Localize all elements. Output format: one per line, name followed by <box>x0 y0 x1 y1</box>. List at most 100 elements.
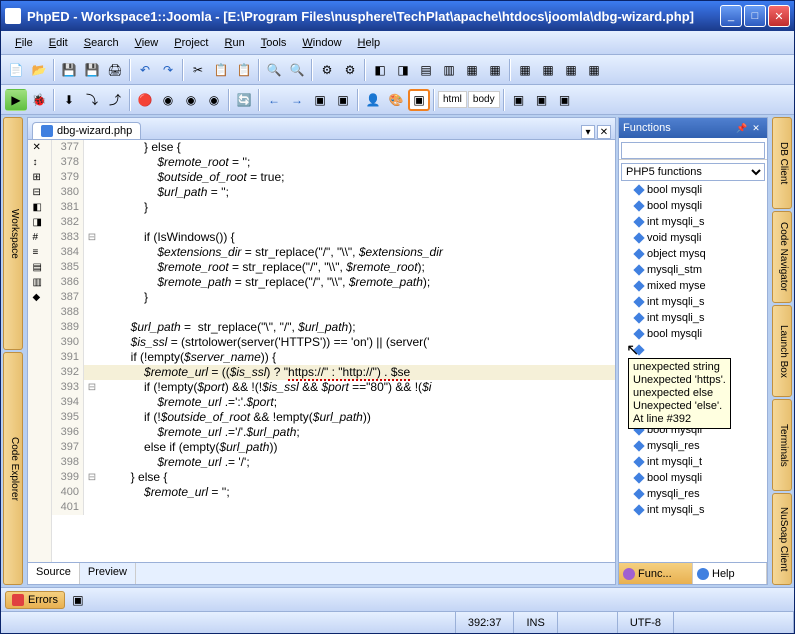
tool-button[interactable]: 🎨 <box>385 89 407 111</box>
tool-button[interactable]: ▣ <box>554 89 576 111</box>
tool-button[interactable]: ▦ <box>583 59 605 81</box>
code-line[interactable]: 386 $remote_path = str_replace("/", "\\"… <box>52 275 615 290</box>
menu-tools[interactable]: Tools <box>253 34 295 52</box>
tab-launch-box[interactable]: Launch Box <box>772 305 792 397</box>
tool-button[interactable]: ▦ <box>461 59 483 81</box>
save-all-button[interactable]: 💾 <box>81 59 103 81</box>
code-line[interactable]: 388 <box>52 305 615 320</box>
undo-button[interactable]: ↶ <box>134 59 156 81</box>
marker-icon[interactable]: ⊞ <box>33 172 47 186</box>
marker-icon[interactable]: ◧ <box>33 202 47 216</box>
tool-button[interactable]: 👤 <box>362 89 384 111</box>
tab-source[interactable]: Source <box>28 563 80 584</box>
redo-button[interactable]: ↷ <box>157 59 179 81</box>
menu-window[interactable]: Window <box>294 34 349 52</box>
step-button[interactable]: ⤵ <box>81 89 103 111</box>
function-item[interactable]: int mysqli_s <box>619 214 767 230</box>
function-item[interactable]: int mysqli_s <box>619 294 767 310</box>
function-item[interactable]: int mysqli_s <box>619 310 767 326</box>
menu-edit[interactable]: Edit <box>41 34 76 52</box>
marker-icon[interactable]: ◆ <box>33 292 47 306</box>
bottom-tool-button[interactable]: ▣ <box>67 589 89 611</box>
menu-view[interactable]: View <box>127 34 167 52</box>
tab-code-navigator[interactable]: Code Navigator <box>772 211 792 303</box>
marker-icon[interactable]: ▥ <box>33 277 47 291</box>
code-line[interactable]: 391 if (!empty($server_name)) { <box>52 350 615 365</box>
code-line[interactable]: 398 $remote_url .= '/'; <box>52 455 615 470</box>
function-item[interactable]: mysqli_res <box>619 486 767 502</box>
code-line[interactable]: 395 if (!$outside_of_root && !empty($url… <box>52 410 615 425</box>
marker-icon[interactable]: ⊟ <box>33 187 47 201</box>
step-button[interactable]: ⬇ <box>58 89 80 111</box>
tool-button[interactable]: ▣ <box>408 89 430 111</box>
tab-workspace[interactable]: Workspace <box>3 117 23 350</box>
menu-search[interactable]: Search <box>76 34 127 52</box>
find-files-button[interactable]: 🔍 <box>286 59 308 81</box>
marker-icon[interactable]: ◨ <box>33 217 47 231</box>
function-item[interactable]: bool mysqli <box>619 470 767 486</box>
function-item[interactable]: mixed myse <box>619 278 767 294</box>
code-line[interactable]: 378 $remote_root = ''; <box>52 155 615 170</box>
close-button[interactable]: ✕ <box>768 5 790 27</box>
panel-tab-functions[interactable]: Func... <box>619 563 693 584</box>
tab-dropdown-button[interactable]: ▾ <box>581 125 595 139</box>
paste-button[interactable]: 📋 <box>233 59 255 81</box>
code-line[interactable]: 382 <box>52 215 615 230</box>
breakpoint-button[interactable]: 🔴 <box>134 89 156 111</box>
marker-icon[interactable]: ✕ <box>33 142 47 156</box>
code-line[interactable]: 387 } <box>52 290 615 305</box>
function-search-input[interactable] <box>621 142 765 159</box>
code-line[interactable]: 401 <box>52 500 615 515</box>
tool-button[interactable]: ◧ <box>369 59 391 81</box>
maximize-button[interactable]: □ <box>744 5 766 27</box>
code-line[interactable]: 394 $remote_url .=':'.$port; <box>52 395 615 410</box>
tool-button[interactable]: ⚙ <box>316 59 338 81</box>
panel-close-icon[interactable]: ✕ <box>749 121 763 135</box>
tool-button[interactable]: ▣ <box>508 89 530 111</box>
tool-button[interactable]: ▦ <box>484 59 506 81</box>
function-item[interactable]: object mysq <box>619 246 767 262</box>
code-line[interactable]: 377 } else { <box>52 140 615 155</box>
code-line[interactable]: 385 $remote_root = str_replace("/", "\\"… <box>52 260 615 275</box>
function-item[interactable]: bool mysqli <box>619 326 767 342</box>
code-line[interactable]: 399⊟ } else { <box>52 470 615 485</box>
nav-back-button[interactable]: ← <box>263 89 285 111</box>
print-button[interactable]: 🖨 <box>104 59 126 81</box>
menu-project[interactable]: Project <box>166 34 216 52</box>
breadcrumb-body[interactable]: body <box>468 91 500 108</box>
code-line[interactable]: 384 $extensions_dir = str_replace("/", "… <box>52 245 615 260</box>
titlebar[interactable]: PhpED - Workspace1::Joomla - [E:\Program… <box>1 1 794 31</box>
tool-button[interactable]: ▣ <box>531 89 553 111</box>
code-line[interactable]: 393⊟ if (!empty($port) && !(!$is_ssl && … <box>52 380 615 395</box>
code-line[interactable]: 392 $remote_url = (($is_ssl) ? "https://… <box>52 365 615 380</box>
function-item[interactable]: int mysqli_s <box>619 502 767 518</box>
marker-icon[interactable]: # <box>33 232 47 246</box>
tab-preview[interactable]: Preview <box>80 563 136 584</box>
code-line[interactable]: 381 } <box>52 200 615 215</box>
breadcrumb-html[interactable]: html <box>438 91 467 108</box>
tab-code-explorer[interactable]: Code Explorer <box>3 352 23 585</box>
tool-button[interactable]: ▥ <box>438 59 460 81</box>
function-item[interactable]: int mysqli_t <box>619 454 767 470</box>
tool-button[interactable]: ▦ <box>537 59 559 81</box>
code-line[interactable]: 389 $url_path = str_replace("\", "/", $u… <box>52 320 615 335</box>
tool-button[interactable]: ⚙ <box>339 59 361 81</box>
tool-button[interactable]: ▦ <box>560 59 582 81</box>
code-line[interactable]: 400 $remote_url = ''; <box>52 485 615 500</box>
menu-help[interactable]: Help <box>350 34 389 52</box>
menu-file[interactable]: File <box>7 34 41 52</box>
debug-button[interactable]: 🐞 <box>28 89 50 111</box>
function-item[interactable]: mysqli_stm <box>619 262 767 278</box>
tool-button[interactable]: ◉ <box>157 89 179 111</box>
save-button[interactable]: 💾 <box>58 59 80 81</box>
tab-db-client[interactable]: DB Client <box>772 117 792 209</box>
tool-button[interactable]: ▣ <box>309 89 331 111</box>
panel-tab-help[interactable]: Help <box>693 563 767 584</box>
tool-button[interactable]: ◉ <box>180 89 202 111</box>
marker-icon[interactable]: ≡ <box>33 247 47 261</box>
code-line[interactable]: 396 $remote_url .='/'.$url_path; <box>52 425 615 440</box>
tool-button[interactable]: ▤ <box>415 59 437 81</box>
code-line[interactable]: 379 $outside_of_root = true; <box>52 170 615 185</box>
file-tab[interactable]: dbg-wizard.php <box>32 122 141 139</box>
function-item[interactable] <box>619 342 767 358</box>
